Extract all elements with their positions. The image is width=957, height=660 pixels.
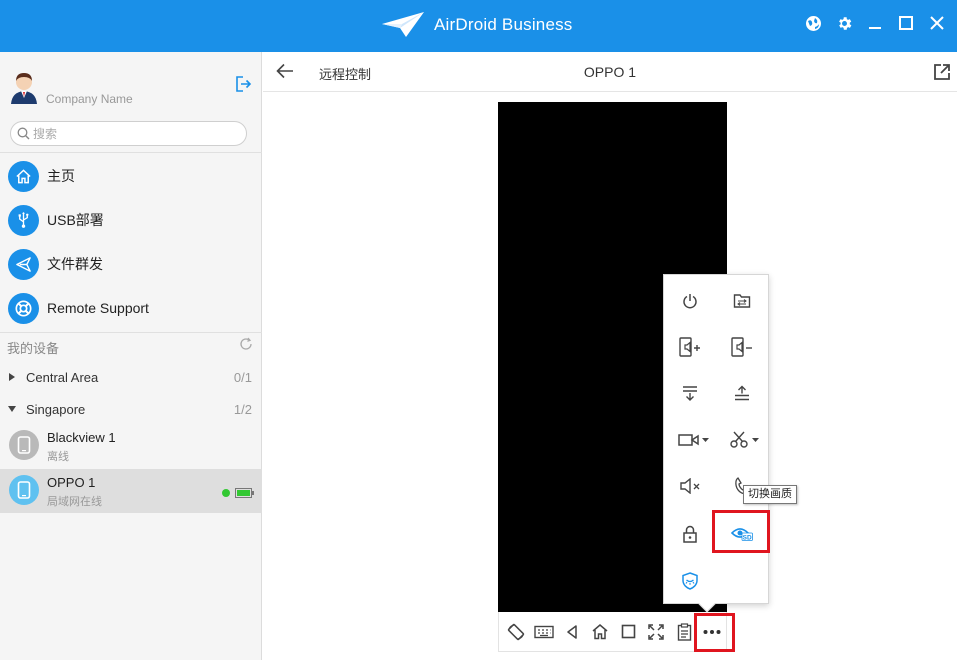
more-menu-popup: SD — [663, 274, 769, 604]
lock-icon[interactable] — [670, 514, 710, 554]
back-arrow-icon[interactable] — [275, 62, 295, 80]
recents-icon[interactable] — [614, 617, 642, 647]
company-name: Company Name — [46, 92, 133, 106]
keyboard-icon[interactable] — [530, 617, 558, 647]
airdroid-logo-icon — [382, 12, 424, 37]
caret-right-icon — [8, 373, 16, 381]
app-title: AirDroid Business — [434, 15, 573, 34]
nav-item-file-transfer[interactable]: 文件群发 — [8, 247, 258, 281]
home-icon[interactable] — [586, 617, 614, 647]
battery-icon — [235, 488, 254, 498]
group-name: Singapore — [26, 401, 86, 417]
device-name: OPPO 1 — [47, 475, 96, 490]
group-singapore[interactable]: Singapore 1/2 — [0, 394, 262, 424]
volume-up-icon[interactable] — [670, 327, 710, 367]
nav-label: USB部署 — [47, 212, 104, 228]
screenshot-icon[interactable] — [722, 420, 770, 460]
power-icon[interactable] — [670, 281, 710, 321]
device-oppo-1[interactable]: OPPO 1 局域网在线 — [0, 469, 262, 513]
divider — [0, 152, 262, 153]
divider — [0, 332, 262, 333]
gear-icon[interactable] — [834, 12, 854, 34]
usb-icon — [8, 204, 39, 236]
group-name: Central Area — [26, 369, 99, 385]
main-panel: 远程控制 OPPO 1 SD 切换画质 — [263, 52, 957, 660]
device-status: 离线 — [47, 451, 69, 463]
refresh-icon[interactable] — [239, 337, 253, 351]
file-icon[interactable] — [722, 281, 762, 321]
caret-down-icon — [8, 406, 16, 412]
devices-title: 我的设备 — [7, 341, 60, 356]
send-icon — [8, 248, 39, 280]
popout-icon[interactable] — [933, 63, 951, 81]
nav-item-home[interactable]: 主页 — [8, 159, 258, 193]
device-status: 局域网在线 — [47, 496, 102, 508]
nav-label: 主页 — [47, 168, 75, 184]
online-indicator — [222, 489, 230, 497]
volume-down-icon[interactable] — [722, 327, 762, 367]
profile: Company Name — [8, 70, 258, 110]
nav-label: Remote Support — [47, 300, 149, 316]
mute-icon[interactable] — [670, 466, 710, 506]
shield-icon[interactable] — [670, 561, 710, 601]
record-icon[interactable] — [670, 420, 718, 460]
sidebar: Company Name 主页 USB部署 文件群发 Remote Suppor… — [0, 52, 262, 660]
device-name: Blackview 1 — [47, 430, 116, 445]
group-count: 0/1 — [233, 369, 252, 385]
maximize-icon[interactable] — [896, 12, 916, 34]
highlight-quality-button — [712, 510, 770, 553]
logout-icon[interactable] — [234, 75, 252, 93]
lifebuoy-icon — [8, 292, 39, 324]
fullscreen-icon[interactable] — [642, 617, 670, 647]
group-count: 1/2 — [233, 401, 252, 417]
tooltip: 切换画质 — [743, 485, 797, 504]
phone-icon — [9, 430, 39, 460]
phone-icon — [9, 475, 39, 505]
close-icon[interactable] — [927, 12, 947, 34]
search-box — [10, 121, 247, 146]
nav-item-remote-support[interactable]: Remote Support — [8, 291, 258, 325]
highlight-more-button — [694, 613, 735, 652]
pull-down-icon[interactable] — [670, 373, 710, 413]
rotate-icon[interactable] — [502, 617, 530, 647]
control-toolbar — [498, 612, 727, 652]
app-brand: AirDroid Business — [380, 9, 573, 41]
avatar[interactable] — [8, 70, 40, 104]
search-input[interactable] — [33, 126, 233, 141]
push-up-icon[interactable] — [722, 373, 762, 413]
back-icon[interactable] — [558, 617, 586, 647]
nav-label: 文件群发 — [47, 256, 103, 272]
search-icon — [17, 127, 30, 140]
home-icon — [8, 160, 39, 192]
minimize-icon[interactable] — [865, 12, 885, 34]
globe-icon[interactable] — [803, 12, 823, 34]
device-blackview-1[interactable]: Blackview 1 离线 — [0, 424, 262, 468]
group-central-area[interactable]: Central Area 0/1 — [0, 362, 262, 392]
title-bar: AirDroid Business — [0, 0, 957, 52]
main-header: 远程控制 OPPO 1 — [263, 52, 957, 92]
nav-item-usb[interactable]: USB部署 — [8, 203, 258, 237]
page-title: 远程控制 — [319, 67, 372, 82]
